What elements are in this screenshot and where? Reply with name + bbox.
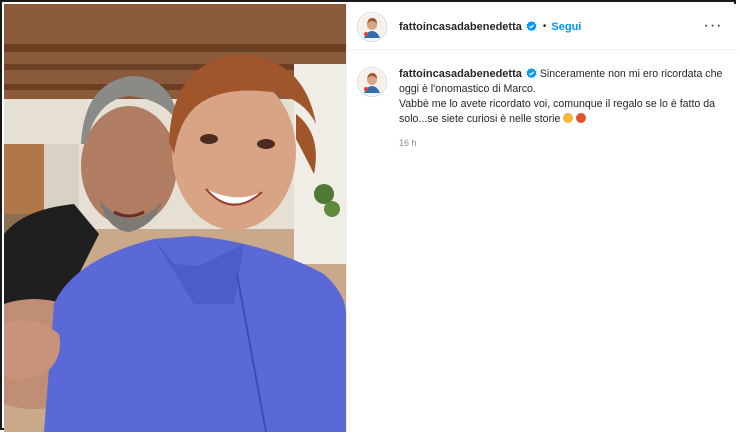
caption-text-line: Vabbè me lo avete ricordato voi, comunqu… [399, 98, 716, 110]
angry-face-emoji [576, 113, 587, 123]
separator-dot: • [542, 21, 547, 32]
post-sidebar: fattoincasadabenedetta • Segui ··· fatto… [346, 4, 737, 432]
caption-username[interactable]: fattoincasadabenedetta [399, 68, 522, 80]
caption-comment: fattoincasadabenedetta Sinceramente non … [347, 50, 737, 151]
caption-text-line: oggi è l'onomastico di Marco. [399, 83, 536, 95]
smiling-face-emoji [563, 113, 574, 123]
caption-text-line-4: solo...se siete curiosi è nelle storie [399, 113, 561, 125]
username-link[interactable]: fattoincasadabenedetta [399, 21, 522, 33]
post-header: fattoincasadabenedetta • Segui ··· [347, 4, 737, 50]
caption-avatar[interactable] [357, 67, 387, 97]
caption-text-line: Sinceramente non mi ero ricordata che [539, 68, 723, 80]
post-timestamp[interactable]: 16 h [399, 136, 725, 151]
avatar-image [359, 69, 385, 95]
verified-badge-icon [526, 21, 537, 32]
caption-body: fattoincasadabenedetta Sinceramente non … [399, 67, 725, 151]
instagram-post-window: fattoincasadabenedetta • Segui ··· fatto… [0, 0, 737, 432]
avatar-image [359, 13, 385, 40]
verified-badge-icon [526, 68, 537, 79]
post-photo[interactable] [4, 4, 346, 432]
caption-text-line: solo...se siete curiosi è nelle storie [399, 112, 725, 127]
more-options-icon[interactable]: ··· [704, 18, 722, 34]
post-photo-image [4, 4, 346, 432]
avatar[interactable] [357, 11, 387, 42]
follow-button[interactable]: Segui [551, 21, 581, 33]
